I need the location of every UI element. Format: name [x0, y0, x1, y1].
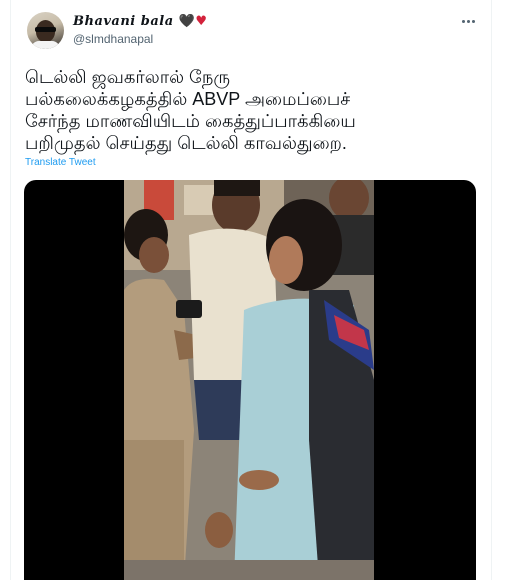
- black-heart-icon: 🖤: [178, 14, 196, 29]
- more-options-icon[interactable]: [459, 12, 477, 30]
- tweet-text-line: டெல்லி ஜவகர்லால் நேரு: [25, 67, 231, 87]
- red-heart-icon: ♥: [195, 14, 208, 29]
- translate-tweet-link[interactable]: Translate Tweet: [25, 157, 96, 168]
- tweet-text-line: சேர்ந்த மாணவியிடம் கைத்துப்பாக்கியை: [25, 111, 356, 131]
- tweet-text-line: பல்கலைக்கழகத்தில் ABVP அமைப்பைச்: [25, 89, 351, 109]
- author-name-text: Bhavani bala: [73, 14, 174, 29]
- author-handle[interactable]: @slmdhanapal: [73, 32, 153, 46]
- tweet-text-line: பறிமுதல் செய்தது டெல்லி காவல்துறை.: [25, 133, 347, 153]
- avatar-shirt: [31, 41, 60, 49]
- author-display-name[interactable]: Bhavani bala 🖤♥: [73, 14, 208, 29]
- tweet-text: டெல்லி ஜவகர்லால் நேரு பல்கலைக்கழகத்தில் …: [25, 66, 481, 154]
- video-frame: [124, 180, 374, 580]
- tweet-video[interactable]: [24, 180, 476, 580]
- tweet-card: Bhavani bala 🖤♥ @slmdhanapal டெல்லி ஜவகர…: [10, 0, 492, 580]
- avatar[interactable]: [27, 12, 64, 49]
- avatar-glasses: [35, 27, 56, 32]
